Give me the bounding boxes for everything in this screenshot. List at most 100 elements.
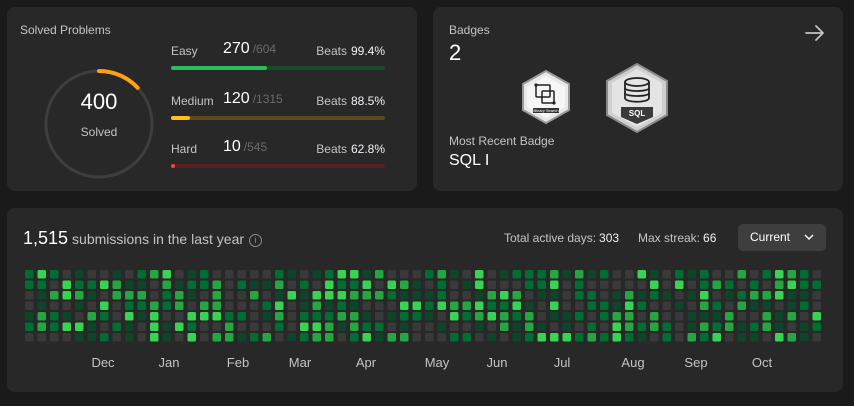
heatmap-cell[interactable] (200, 301, 209, 311)
heatmap-cell[interactable] (137, 333, 147, 342)
heatmap-cell[interactable] (537, 322, 547, 332)
heatmap-cell[interactable] (225, 333, 234, 342)
heatmap-cell[interactable] (637, 333, 647, 342)
heatmap-cell[interactable] (612, 312, 622, 321)
heatmap-cell[interactable] (362, 270, 372, 279)
heatmap-cell[interactable] (262, 291, 272, 300)
heatmap-cell[interactable] (687, 270, 697, 279)
heatmap-cell[interactable] (100, 291, 109, 300)
heatmap-cell[interactable] (712, 280, 722, 290)
heatmap-cell[interactable] (125, 333, 134, 342)
heatmap-cell[interactable] (662, 333, 672, 342)
heatmap-cell[interactable] (575, 312, 584, 321)
heatmap-cell[interactable] (375, 322, 384, 332)
heatmap-cell[interactable] (112, 322, 122, 332)
heatmap-cell[interactable] (337, 270, 347, 279)
heatmap-cell[interactable] (225, 322, 234, 332)
heatmap-cell[interactable] (100, 333, 109, 342)
heatmap-cell[interactable] (237, 322, 247, 332)
heatmap-cell[interactable] (137, 291, 147, 300)
heatmap-cell[interactable] (187, 322, 197, 332)
heatmap-cell[interactable] (562, 333, 572, 342)
heatmap-cell[interactable] (775, 333, 784, 342)
heatmap-cell[interactable] (425, 322, 434, 332)
heatmap-cell[interactable] (200, 291, 209, 300)
heatmap-cell[interactable] (150, 301, 159, 311)
heatmap-cell[interactable] (787, 270, 797, 279)
heatmap-cell[interactable] (87, 270, 97, 279)
heatmap-cell[interactable] (350, 301, 359, 311)
heatmap-cell[interactable] (387, 270, 397, 279)
heatmap-cell[interactable] (500, 280, 509, 290)
heatmap-cell[interactable] (62, 312, 72, 321)
heatmap-cell[interactable] (462, 312, 472, 321)
heatmap-cell[interactable] (212, 312, 222, 321)
heatmap-cell[interactable] (400, 312, 409, 321)
heatmap-cell[interactable] (787, 333, 797, 342)
heatmap-cell[interactable] (25, 280, 34, 290)
difficulty-row-hard[interactable]: Hard 10/545 Beats 62.8% (171, 138, 385, 179)
heatmap-cell[interactable] (237, 333, 247, 342)
heatmap-cell[interactable] (575, 301, 584, 311)
heatmap-cell[interactable] (637, 280, 647, 290)
heatmap-cell[interactable] (325, 301, 334, 311)
heatmap-cell[interactable] (37, 280, 47, 290)
heatmap-cell[interactable] (625, 291, 634, 300)
heatmap-cell[interactable] (462, 291, 472, 300)
heatmap-cell[interactable] (612, 322, 622, 332)
heatmap-cell[interactable] (575, 333, 584, 342)
heatmap-cell[interactable] (400, 322, 409, 332)
heatmap-cell[interactable] (650, 291, 659, 300)
heatmap-cell[interactable] (387, 312, 397, 321)
heatmap-cell[interactable] (350, 322, 359, 332)
heatmap-cell[interactable] (262, 322, 272, 332)
heatmap-cell[interactable] (587, 301, 597, 311)
heatmap-cell[interactable] (800, 270, 809, 279)
heatmap-cell[interactable] (187, 312, 197, 321)
sql-badge-icon[interactable]: SQL (604, 62, 670, 134)
heatmap-cell[interactable] (112, 333, 122, 342)
heatmap-cell[interactable] (262, 301, 272, 311)
heatmap-cell[interactable] (812, 270, 822, 279)
heatmap-cell[interactable] (225, 312, 234, 321)
heatmap-cell[interactable] (775, 291, 784, 300)
heatmap-cell[interactable] (412, 322, 422, 332)
heatmap-cell[interactable] (425, 280, 434, 290)
heatmap-cell[interactable] (187, 301, 197, 311)
heatmap-cell[interactable] (550, 301, 559, 311)
heatmap-cell[interactable] (700, 312, 709, 321)
heatmap-cell[interactable] (387, 280, 397, 290)
heatmap-cell[interactable] (100, 280, 109, 290)
heatmap-cell[interactable] (612, 291, 622, 300)
heatmap-cell[interactable] (37, 270, 47, 279)
heatmap-cell[interactable] (400, 301, 409, 311)
heatmap-cell[interactable] (625, 280, 634, 290)
heatmap-cell[interactable] (187, 333, 197, 342)
heatmap-cell[interactable] (75, 270, 84, 279)
heatmap-cell[interactable] (737, 322, 747, 332)
heatmap-cell[interactable] (312, 291, 322, 300)
heatmap-cell[interactable] (137, 301, 147, 311)
heatmap-cell[interactable] (137, 322, 147, 332)
heatmap-cell[interactable] (675, 322, 684, 332)
heatmap-cell[interactable] (550, 270, 559, 279)
heatmap-cell[interactable] (562, 291, 572, 300)
heatmap-cell[interactable] (275, 312, 284, 321)
heatmap-cell[interactable] (450, 333, 459, 342)
heatmap-cell[interactable] (37, 301, 47, 311)
heatmap-cell[interactable] (275, 333, 284, 342)
heatmap-cell[interactable] (275, 280, 284, 290)
heatmap-cell[interactable] (300, 270, 309, 279)
heatmap-cell[interactable] (575, 280, 584, 290)
heatmap-cell[interactable] (637, 270, 647, 279)
heatmap-cell[interactable] (287, 312, 297, 321)
heatmap-cell[interactable] (537, 270, 547, 279)
heatmap-cell[interactable] (475, 312, 484, 321)
heatmap-cell[interactable] (600, 333, 609, 342)
heatmap-cell[interactable] (262, 312, 272, 321)
heatmap-cell[interactable] (737, 301, 747, 311)
heatmap-cell[interactable] (500, 333, 509, 342)
heatmap-cell[interactable] (512, 301, 522, 311)
heatmap-cell[interactable] (287, 322, 297, 332)
heatmap-cell[interactable] (325, 270, 334, 279)
